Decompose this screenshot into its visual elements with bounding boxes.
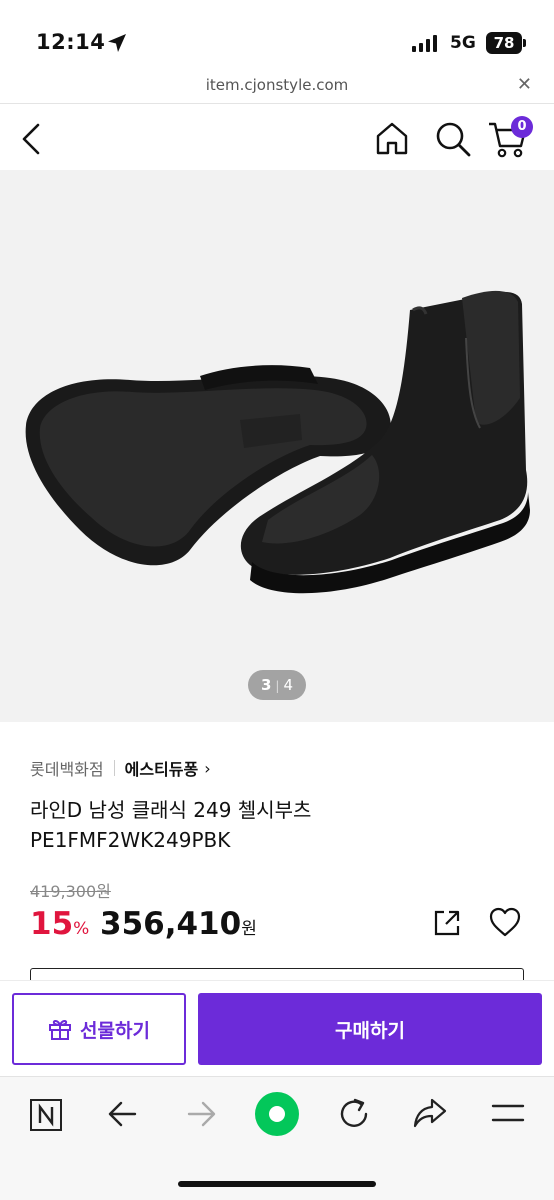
close-icon[interactable]: ✕ [517,74,532,95]
network-label: 5G [450,33,476,53]
image-pager: 3 | 4 [248,670,306,700]
signal-icon [412,34,437,52]
brand-row: 롯데백화점 에스티듀퐁 › [30,756,211,780]
naver-n-icon[interactable] [29,1098,63,1132]
currency-label: 원 [241,919,257,939]
back-icon[interactable] [107,1099,139,1129]
share-arrow-icon[interactable] [412,1097,448,1129]
gift-button[interactable]: 선물하기 [12,993,186,1065]
original-price: 419,300원 [30,882,111,901]
product-image-gallery[interactable]: 3 | 4 [0,170,554,722]
pager-total: 4 [283,676,294,694]
product-photo-chelsea-boots [25,290,530,594]
sale-price: 356,410원 [100,906,257,942]
buy-button[interactable]: 구매하기 [198,993,542,1065]
discount-unit: % [73,919,90,939]
search-icon[interactable] [434,120,472,158]
pager-current: 3 [260,676,272,694]
cart-count-badge: 0 [511,116,533,138]
menu-icon[interactable] [491,1103,525,1123]
status-time: 12:14 [36,30,106,54]
department-store-label: 롯데백화점 [30,760,104,779]
purchase-action-bar: 선물하기 구매하기 [0,980,554,1076]
forward-icon[interactable] [185,1099,217,1129]
url-text[interactable]: item.cjonstyle.com [0,76,554,94]
discount-rate: 15% [30,906,89,942]
chevron-right-icon[interactable]: › [204,759,210,778]
wishlist-heart-icon[interactable] [488,906,522,938]
green-dot-icon[interactable] [254,1091,300,1137]
gift-label: 선물하기 [80,1019,150,1042]
sale-price-value: 356,410 [100,906,242,942]
back-arrow-icon[interactable] [18,122,44,156]
refresh-icon[interactable] [337,1097,371,1131]
product-name: 라인D 남성 클래식 249 첼시부츠 [30,798,312,822]
battery-tip [523,39,526,47]
status-bar: 12:14 5G 78 [0,0,554,66]
divider [113,760,115,776]
product-model-code: PE1FMF2WK249PBK [30,828,231,852]
battery-icon: 78 [486,32,522,54]
share-icon[interactable] [432,908,462,938]
location-arrow-icon [108,34,126,52]
home-indicator [178,1181,376,1187]
brand-link[interactable]: 에스티듀퐁 [125,756,199,780]
discount-value: 15 [30,906,74,942]
home-icon[interactable] [374,120,410,156]
url-bar[interactable]: item.cjonstyle.com ✕ [0,66,554,104]
buy-label: 구매하기 [335,1019,405,1042]
gift-icon [49,1019,72,1040]
top-navigation [0,104,554,170]
browser-toolbar [0,1076,554,1200]
